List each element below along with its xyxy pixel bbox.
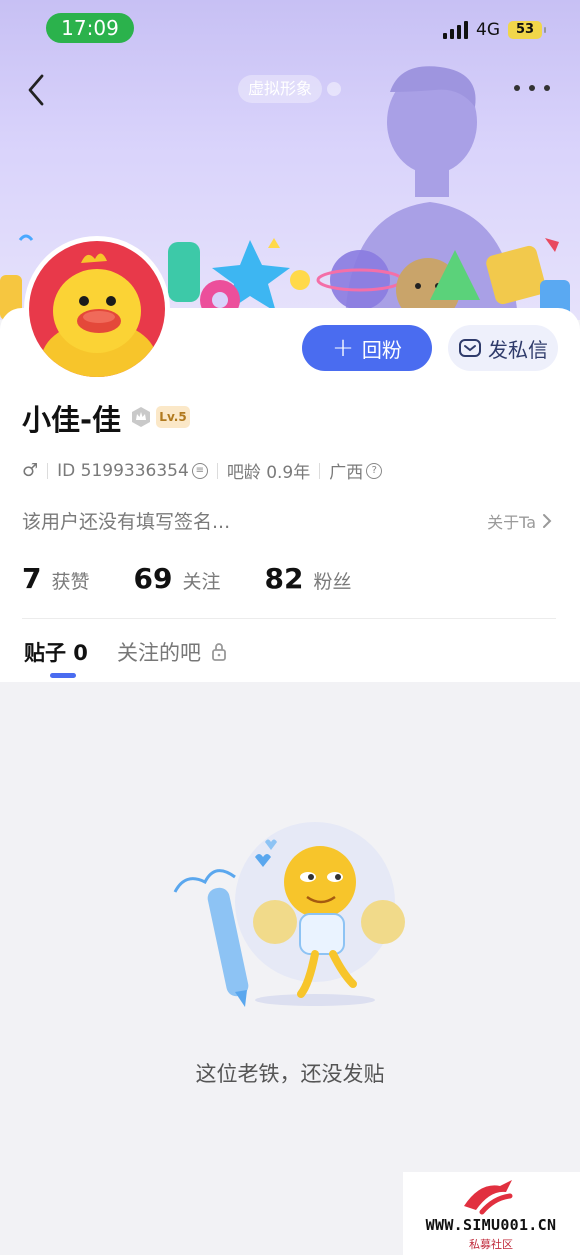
network-type: 4G [476,20,500,40]
profile-meta: ♂ ID 5199336354 ≡ 吧龄 0.9年 广西 ? [22,458,383,483]
level-badge[interactable]: Lv.5 [156,406,190,428]
stat-followers[interactable]: 82 粉丝 [264,562,351,595]
signal-icon [443,21,468,39]
duck-avatar-icon [41,253,157,377]
more-options-button[interactable] [514,78,550,98]
empty-state-message: 这位老铁，还没发贴 [195,1062,385,1086]
virtual-avatar-tag[interactable]: 虚拟形象 [238,75,323,103]
follow-back-button[interactable]: + 回粉 [302,325,432,371]
stat-value: 7 [22,562,42,595]
divider [319,462,321,479]
stat-value: 82 [264,562,304,595]
stat-label: 关注 [182,571,221,593]
status-indicators: 4G 53 [443,20,546,40]
divider [47,462,49,479]
message-icon [459,339,481,357]
avatar-tag-dot [327,82,341,96]
bar-age: 吧龄 0.9年 [226,463,311,483]
tab-posts[interactable]: 贴子 0 [24,637,88,667]
active-tab-indicator [50,673,76,678]
copy-id-icon[interactable]: ≡ [191,462,208,479]
chevron-right-icon [543,514,552,528]
gender-male-icon: ♂ [22,460,39,481]
avatar[interactable] [24,236,170,382]
about-link[interactable]: 关于Ta [487,509,552,533]
help-icon[interactable]: ? [366,462,383,479]
tab-followed-bars-label: 关注的吧 [117,641,201,665]
stat-following[interactable]: 69 关注 [134,562,221,595]
stat-label: 获赞 [51,571,90,593]
watermark-site: WWW.SIMU001.CN [425,1216,557,1234]
empty-state-illustration [173,822,405,1007]
divider [216,462,218,479]
stat-likes[interactable]: 7 获赞 [22,562,90,595]
section-divider [22,618,556,619]
crown-badge-icon[interactable] [130,406,152,428]
stat-label: 粉丝 [313,571,352,593]
location: 广西 [329,463,364,483]
user-id: ID 5199336354 [57,460,189,481]
watermark-logo-icon [464,1180,513,1215]
status-time: 17:09 [46,13,134,43]
tab-followed-bars[interactable]: 关注的吧 [117,637,227,667]
username: 小佳-佳 [22,403,122,437]
about-label: 关于Ta [487,513,536,532]
private-message-label: 发私信 [488,337,548,362]
watermark-subtitle: 私募社区 [469,1238,513,1251]
lock-icon [212,643,226,661]
stats-row: 7 获赞 69 关注 82 粉丝 [22,562,395,595]
plus-icon: + [332,333,354,363]
private-message-button[interactable]: 发私信 [448,325,558,371]
signature: 该用户还没有填写签名... [22,511,231,533]
stat-value: 69 [133,562,173,595]
follow-back-label: 回粉 [361,337,402,362]
battery-icon: 53 [508,21,546,39]
back-button[interactable] [22,72,52,108]
